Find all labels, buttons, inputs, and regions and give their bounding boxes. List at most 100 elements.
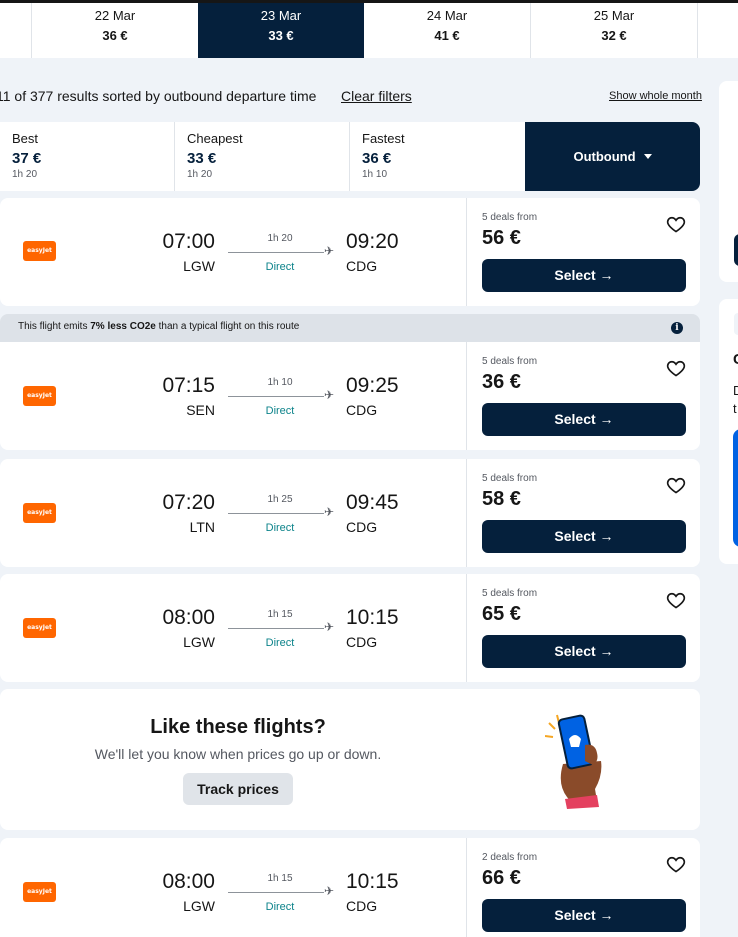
tab-best[interactable]: Best 37 € 1h 20 (0, 122, 175, 191)
arrival-airport: CDG (346, 519, 378, 535)
date-cell-22-mar[interactable]: 22 Mar 36 € (31, 3, 198, 58)
tab-price: 37 € (12, 150, 42, 167)
flight-card[interactable]: easyJet 08:00 LGW 1h 15 ✈ Direct 10:15 CDG 5 dea… (0, 574, 700, 682)
show-whole-month-link[interactable]: Show whole month (609, 90, 702, 102)
easyjet-logo: easyJet (23, 618, 56, 638)
eco-text: This flight emits 7% less CO2e than a ty… (18, 321, 299, 332)
departure-airport: LGW (183, 258, 215, 274)
date-price: 33 € (268, 28, 294, 43)
heart-icon[interactable] (666, 475, 686, 495)
eco-banner: This flight emits 7% less CO2e than a ty… (0, 314, 700, 342)
select-button[interactable]: Select → (482, 520, 686, 553)
flight-card[interactable]: easyJet 07:15 SEN 1h 10 ✈ Direct 09:25 CDG 5 dea… (0, 342, 700, 450)
date-price: 36 € (102, 28, 128, 43)
route-line (228, 628, 324, 629)
flight-duration: 1h 25 (267, 494, 293, 505)
heart-icon[interactable] (666, 590, 686, 610)
track-subtitle: We'll let you know when prices go up or … (94, 746, 382, 762)
sidebar-panel-top (719, 81, 738, 282)
route-line (228, 513, 324, 514)
departure-airport: LTN (189, 519, 215, 535)
select-button[interactable]: Select → (482, 899, 686, 932)
track-title: Like these flights? (150, 716, 326, 738)
tab-label: Best (12, 131, 39, 146)
tab-cheapest[interactable]: Cheapest 33 € 1h 20 (175, 122, 350, 191)
easyjet-logo: easyJet (23, 241, 56, 261)
flight-price: 56 € (482, 227, 521, 249)
flight-price: 58 € (482, 488, 521, 510)
sidebar-text-line1: D (733, 383, 738, 398)
price-box: 5 deals from 58 € Select → (466, 459, 700, 567)
arrival-time: 09:45 (346, 491, 399, 514)
sidebar-text-line2: t (733, 401, 737, 416)
deals-count: 2 deals from (482, 852, 538, 863)
route-line (228, 396, 324, 397)
arrival-airport: CDG (346, 258, 378, 274)
route-line (228, 252, 324, 253)
arrival-airport: CDG (346, 634, 378, 650)
date-label: 24 Mar (426, 8, 468, 23)
heart-icon[interactable] (666, 214, 686, 234)
caret-down-icon (643, 154, 652, 160)
route-line (228, 892, 324, 893)
tab-label: Cheapest (187, 131, 243, 146)
flight-duration: 1h 15 (267, 609, 293, 620)
date-cell-24-mar[interactable]: 24 Mar 41 € (364, 3, 530, 58)
deals-count: 5 deals from (482, 588, 538, 599)
departure-airport: LGW (183, 634, 215, 650)
easyjet-logo: easyJet (23, 882, 56, 902)
stops-label: Direct (265, 261, 295, 273)
flight-card[interactable]: easyJet 07:00 LGW 1h 20 ✈ Direct 09:20 CDG 5 dea… (0, 198, 700, 306)
easyjet-logo: easyJet (23, 386, 56, 406)
sidebar-button[interactable] (734, 234, 738, 266)
date-price: 41 € (434, 28, 460, 43)
deals-count: 5 deals from (482, 356, 538, 367)
outbound-dropdown[interactable]: Outbound (525, 122, 700, 191)
date-cell-next[interactable] (697, 3, 738, 58)
track-prices-panel: Like these flights? We'll let you know w… (0, 689, 700, 830)
date-cell-23-mar[interactable]: 23 Mar 33 € (198, 3, 364, 58)
stops-label: Direct (265, 901, 295, 913)
departure-time: 07:20 (162, 491, 215, 514)
price-box: 5 deals from 65 € Select → (466, 574, 700, 682)
tab-duration: 1h 20 (12, 169, 38, 180)
sidebar-heading: C (733, 351, 738, 368)
arrival-time: 09:25 (346, 374, 399, 397)
sort-tabs: Best 37 € 1h 20 Cheapest 33 € 1h 20 Fast… (0, 122, 700, 191)
plane-icon: ✈ (324, 244, 335, 258)
deals-count: 5 deals from (482, 212, 538, 223)
plane-icon: ✈ (324, 388, 335, 402)
departure-time: 08:00 (162, 870, 215, 893)
select-button[interactable]: Select → (482, 259, 686, 292)
departure-time: 07:00 (162, 230, 215, 253)
select-button[interactable]: Select → (482, 635, 686, 668)
tab-label: Fastest (362, 131, 405, 146)
stops-label: Direct (265, 405, 295, 417)
flight-price: 66 € (482, 867, 521, 889)
flight-card[interactable]: easyJet 08:00 LGW 1h 15 ✈ Direct 10:15 CDG 2 dea… (0, 838, 700, 937)
select-button[interactable]: Select → (482, 403, 686, 436)
tab-fastest[interactable]: Fastest 36 € 1h 10 (350, 122, 525, 191)
date-strip: 22 Mar 36 € 23 Mar 33 € 24 Mar 41 € 25 M… (0, 0, 738, 58)
tab-duration: 1h 10 (362, 169, 388, 180)
tab-price: 33 € (187, 150, 217, 167)
phone-hand-illustration (545, 714, 602, 809)
heart-icon[interactable] (666, 358, 686, 378)
flight-price: 36 € (482, 371, 521, 393)
date-cell-25-mar[interactable]: 25 Mar 32 € (530, 3, 697, 58)
clear-filters-link[interactable]: Clear filters (341, 88, 412, 104)
flight-card[interactable]: easyJet 07:20 LTN 1h 25 ✈ Direct 09:45 CDG 5 dea… (0, 459, 700, 567)
deals-count: 5 deals from (482, 473, 538, 484)
sidebar-tag (734, 313, 738, 335)
track-prices-button[interactable]: Track prices (183, 773, 293, 805)
arrival-time: 09:20 (346, 230, 399, 253)
heart-icon[interactable] (666, 854, 686, 874)
eco-text-post: than a typical flight on this route (155, 321, 300, 332)
sidebar-image[interactable] (733, 429, 738, 547)
price-box: 5 deals from 56 € Select → (466, 198, 700, 306)
date-cell-prev[interactable] (0, 3, 31, 58)
departure-time: 08:00 (162, 606, 215, 629)
stops-label: Direct (265, 522, 295, 534)
info-icon[interactable]: i (671, 322, 683, 334)
eco-text-bold: 7% less CO2e (90, 321, 156, 332)
